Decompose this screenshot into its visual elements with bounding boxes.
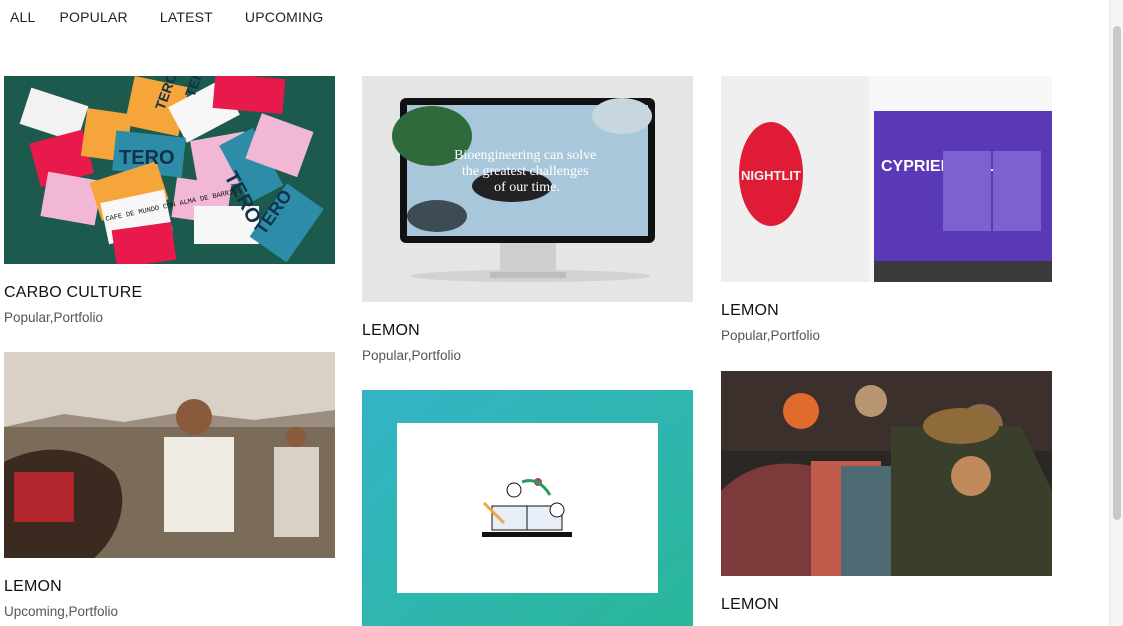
card-tags: Popular,Portfolio xyxy=(362,348,462,363)
festival-crowd-image[interactable] xyxy=(721,371,1052,576)
tero-cards-image[interactable]: TERO TERO TERO TERO TERO CAFE DE MUNDO C… xyxy=(4,76,335,264)
portfolio-card[interactable]: LEMON xyxy=(721,371,1052,614)
books-flowers-image[interactable] xyxy=(362,390,693,626)
sphere-text: NIGHTLIT xyxy=(741,168,801,183)
filter-tabs: ALL POPULAR LATEST UPCOMING xyxy=(10,9,324,25)
portfolio-card[interactable] xyxy=(362,390,693,626)
card-title[interactable]: LEMON xyxy=(362,322,693,340)
monitor-mockup-image[interactable]: Bioengineering can solve the greatest ch… xyxy=(362,76,693,302)
page-scrollbar[interactable] xyxy=(1109,0,1123,626)
filter-all[interactable]: ALL xyxy=(10,9,36,25)
filter-popular[interactable]: POPULAR xyxy=(60,9,128,25)
horse-man-image[interactable] xyxy=(4,352,335,558)
filter-latest[interactable]: LATEST xyxy=(160,9,213,25)
card-tags: Upcoming,Portfolio xyxy=(4,604,119,619)
gallery-wall-image[interactable]: NIGHTLIT CYPRIEN GAILLARD xyxy=(721,76,1052,282)
card-title[interactable]: LEMON xyxy=(721,596,1052,614)
portfolio-card[interactable]: NIGHTLIT CYPRIEN GAILLARD LEMON Popular,… xyxy=(721,76,1052,343)
portfolio-card[interactable]: Bioengineering can solve the greatest ch… xyxy=(362,76,693,363)
card-title[interactable]: LEMON xyxy=(721,302,1052,320)
card-title[interactable]: LEMON xyxy=(4,578,335,596)
card-tags: Popular,Portfolio xyxy=(721,328,821,343)
tero-label-a: TERO xyxy=(119,147,175,169)
scrollbar-thumb[interactable] xyxy=(1113,26,1121,520)
card-title[interactable]: CARBO CULTURE xyxy=(4,284,335,302)
card-tags: Popular,Portfolio xyxy=(4,310,104,325)
portfolio-card[interactable]: LEMON Upcoming,Portfolio xyxy=(4,352,335,619)
filter-upcoming[interactable]: UPCOMING xyxy=(245,9,324,25)
portfolio-card[interactable]: TERO TERO TERO TERO TERO CAFE DE MUNDO C… xyxy=(4,76,335,325)
